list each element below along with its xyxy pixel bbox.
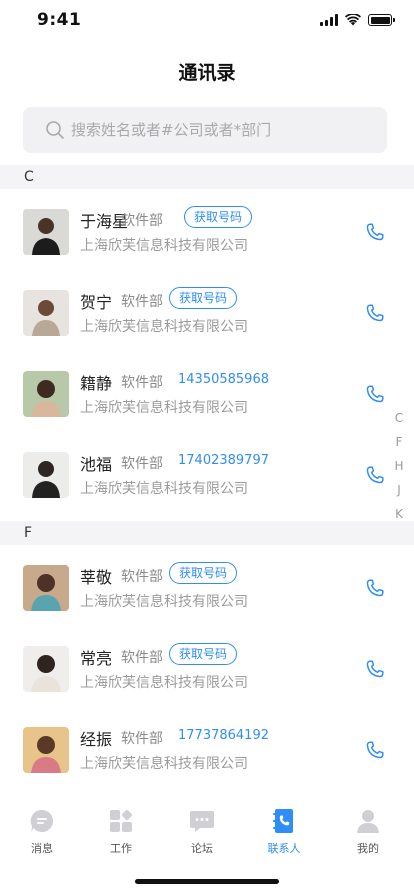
phone-call-icon[interactable] [364, 658, 386, 680]
page-title: 通讯录 [178, 62, 236, 84]
avatar [23, 209, 69, 255]
contact-row[interactable]: 于海星 软件部 获取号码 上海欣芙信息科技有限公司 [0, 198, 414, 279]
chat-bubble-icon [30, 809, 53, 832]
index-letter[interactable]: H [394, 458, 403, 474]
tab-label: 论坛 [191, 842, 213, 855]
get-number-button[interactable]: 获取号码 [169, 643, 238, 665]
status-bar: 9:41 [0, 0, 414, 44]
contact-department: 软件部 [121, 294, 163, 310]
contacts-book-icon [273, 809, 293, 833]
contact-company: 上海欣芙信息科技有限公司 [80, 319, 248, 335]
contact-department: 软件部 [121, 569, 163, 585]
phone-call-icon[interactable] [364, 577, 386, 599]
contact-row[interactable]: 常亮 软件部 获取号码 上海欣芙信息科技有限公司 [0, 635, 414, 716]
get-number-button[interactable]: 获取号码 [184, 206, 253, 228]
index-letter[interactable]: C [395, 410, 403, 426]
phone-call-icon[interactable] [364, 221, 386, 243]
contact-row[interactable]: 籍静 软件部 14350585968 上海欣芙信息科技有限公司 [0, 360, 414, 441]
contact-name: 贺宁 [80, 293, 113, 312]
section-header-c: C [0, 165, 414, 189]
battery-icon [368, 14, 395, 26]
phone-call-icon[interactable] [364, 302, 386, 324]
contact-department: 软件部 [121, 375, 163, 391]
contact-company: 上海欣芙信息科技有限公司 [80, 481, 248, 497]
tab-label: 消息 [31, 842, 53, 855]
phone-call-icon[interactable] [364, 383, 386, 405]
contact-phone-number[interactable]: 17402389797 [178, 453, 269, 468]
contact-company: 上海欣芙信息科技有限公司 [80, 594, 248, 610]
avatar [23, 452, 69, 498]
person-icon [357, 810, 379, 833]
avatar [23, 565, 69, 611]
status-time: 9:41 [37, 10, 82, 30]
contact-department: 软件部 [121, 731, 163, 747]
tab-label: 联系人 [267, 842, 301, 855]
index-letter[interactable]: K [395, 506, 403, 522]
contact-company: 上海欣芙信息科技有限公司 [80, 238, 248, 254]
contact-phone-number[interactable]: 17737864192 [178, 728, 269, 743]
contact-name: 莘敬 [80, 568, 113, 587]
contact-row[interactable]: 池福 软件部 17402389797 上海欣芙信息科技有限公司 [0, 441, 414, 522]
contact-row[interactable]: 贺宁 软件部 获取号码 上海欣芙信息科技有限公司 [0, 279, 414, 360]
contact-department: 软件部 [121, 456, 163, 472]
phone-call-icon[interactable] [364, 739, 386, 761]
tab-forum[interactable]: 论坛 [172, 808, 232, 856]
alphabet-index[interactable]: C F H J K [392, 410, 406, 522]
wifi-icon [345, 14, 361, 26]
index-letter[interactable]: J [397, 482, 401, 498]
contact-company: 上海欣芙信息科技有限公司 [80, 756, 248, 772]
contact-name: 籍静 [80, 374, 113, 393]
tab-contacts[interactable]: 联系人 [254, 808, 314, 856]
contact-company: 上海欣芙信息科技有限公司 [80, 675, 248, 691]
contact-row[interactable]: 经振 软件部 17737864192 上海欣芙信息科技有限公司 [0, 716, 414, 797]
contact-name: 池福 [80, 455, 113, 474]
tab-me[interactable]: 我的 [338, 808, 398, 856]
avatar [23, 646, 69, 692]
contact-row[interactable]: 莘敬 软件部 获取号码 上海欣芙信息科技有限公司 [0, 554, 414, 635]
tab-work[interactable]: 工作 [91, 808, 151, 856]
contact-company: 上海欣芙信息科技有限公司 [80, 400, 248, 416]
contact-department: 软件部 [121, 650, 163, 666]
contact-department: 软件部 [121, 213, 163, 229]
contact-name: 经振 [80, 730, 113, 749]
tab-label: 工作 [110, 842, 132, 855]
tab-messages[interactable]: 消息 [12, 808, 72, 856]
contact-phone-number[interactable]: 14350585968 [178, 372, 269, 387]
get-number-button[interactable]: 获取号码 [169, 287, 238, 309]
search-input[interactable] [71, 121, 371, 139]
search-bar[interactable] [23, 107, 387, 153]
avatar [23, 727, 69, 773]
home-indicator [135, 879, 279, 884]
status-icons [320, 14, 395, 26]
tab-label: 我的 [357, 842, 379, 855]
contact-name: 常亮 [80, 649, 113, 668]
section-header-f: F [0, 521, 414, 545]
forum-icon [190, 811, 214, 832]
get-number-button[interactable]: 获取号码 [169, 562, 238, 584]
phone-call-icon[interactable] [364, 464, 386, 486]
avatar [23, 371, 69, 417]
search-icon [46, 121, 64, 139]
grid-apps-icon [110, 809, 133, 832]
cellular-signal-icon [320, 14, 338, 26]
avatar [23, 290, 69, 336]
index-letter[interactable]: F [396, 434, 403, 450]
